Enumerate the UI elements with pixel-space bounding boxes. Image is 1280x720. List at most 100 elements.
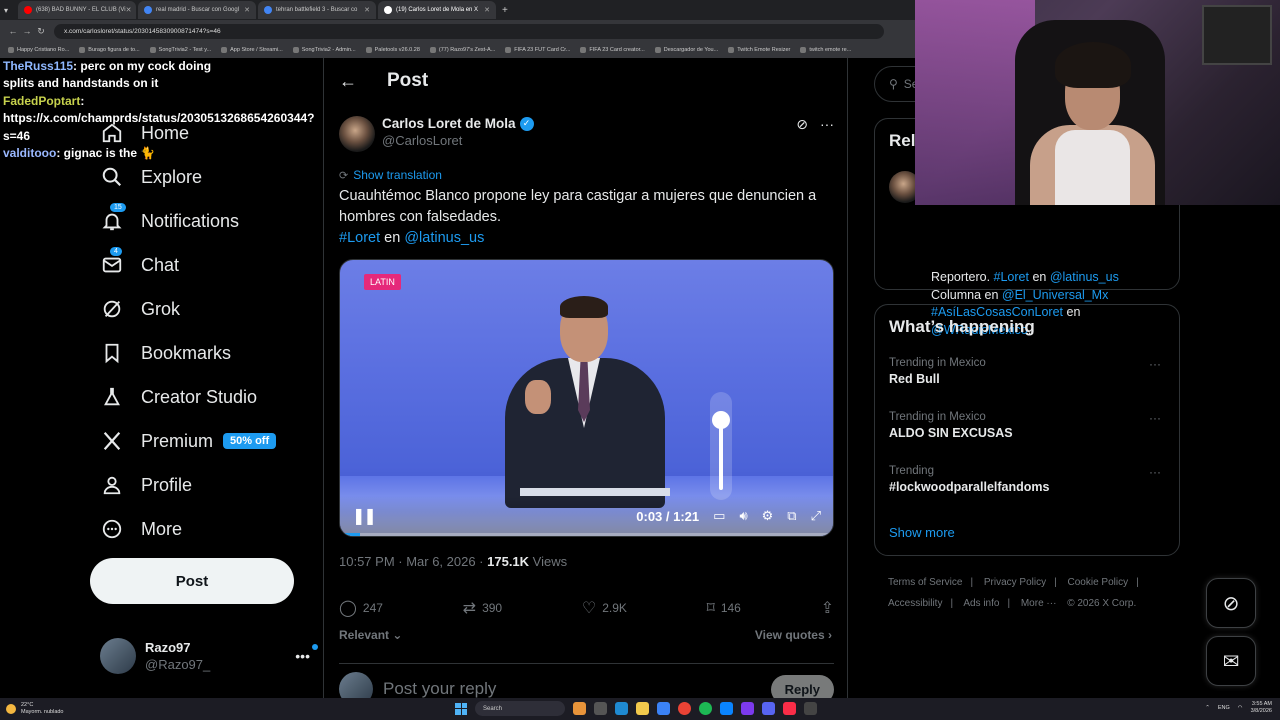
trend-item[interactable]: Trending in Mexico ALDO SIN EXCUSAS ··· [889, 411, 1169, 440]
like-button[interactable]: ♡ 2.9K [582, 598, 627, 618]
post-button[interactable]: Post [90, 558, 294, 604]
more-dots-icon[interactable]: ··· [1149, 465, 1161, 479]
chevron-up-icon[interactable]: ⌃ [1205, 705, 1210, 711]
nav-premium[interactable]: Premium 50% off [100, 426, 277, 456]
bookmark-item[interactable]: FIFA 23 FUT Card Cr... [505, 47, 570, 53]
grok-float-button[interactable]: ⊘ [1206, 578, 1256, 628]
show-translation-link[interactable]: ⟳ Show translation [339, 168, 442, 182]
store-icon[interactable] [657, 702, 670, 715]
share-button[interactable]: ⇪ [821, 598, 834, 618]
music-icon[interactable] [783, 702, 796, 715]
start-icon[interactable] [455, 702, 467, 715]
video-progress-bar[interactable] [340, 533, 833, 536]
author-name[interactable]: Carlos Loret de Mola [382, 116, 516, 131]
app-icon[interactable] [741, 702, 754, 715]
reply-icon: ◯ [339, 600, 357, 617]
bookmark-item[interactable]: App Store / Streami... [221, 47, 283, 53]
more-dots-icon[interactable]: ··· [1149, 411, 1161, 425]
nav-grok[interactable]: Grok [100, 294, 180, 324]
trend-item[interactable]: Trending #lockwoodparallelfandoms ··· [889, 465, 1169, 494]
nav-profile[interactable]: Profile [100, 470, 192, 500]
bookmark-item[interactable]: Twitch Emote Resizer [728, 47, 790, 53]
reply-button[interactable]: ◯ 247 [339, 598, 383, 618]
new-tab-icon[interactable]: + [502, 5, 508, 16]
bookmark-item[interactable]: (77) Razo97's Zest-A... [430, 47, 495, 53]
more-dots-icon[interactable]: ··· [1149, 357, 1161, 371]
edge-icon[interactable] [615, 702, 628, 715]
close-tab-icon[interactable]: ✕ [484, 6, 490, 14]
notifications-badge: 15 [110, 203, 126, 212]
bookmark-item[interactable]: FIFA 23 Card creator... [580, 47, 644, 53]
wifi-icon[interactable]: ◠ [1238, 705, 1243, 711]
nav-explore[interactable]: Explore [100, 162, 202, 192]
back-icon[interactable]: ← [6, 26, 20, 36]
discord-icon[interactable] [762, 702, 775, 715]
chrome-icon[interactable] [678, 702, 691, 715]
account-switcher[interactable]: Razo97 @Razo97_ ••• [100, 638, 318, 674]
bookmark-item[interactable]: Paletools v26.0.28 [366, 47, 420, 53]
spotify-icon[interactable] [699, 702, 712, 715]
grok-icon[interactable]: ⊘ [796, 116, 808, 133]
hashtag-link[interactable]: #Loret [339, 230, 380, 246]
volume-icon[interactable]: 🔊︎ [739, 508, 747, 524]
pause-icon[interactable]: ❚❚ [352, 506, 377, 526]
author-avatar[interactable] [339, 116, 375, 152]
bookmark-item[interactable]: twitch emote re... [800, 47, 851, 53]
back-arrow-icon[interactable]: ← [339, 71, 359, 92]
more-dots-icon[interactable]: ··· [820, 116, 834, 133]
close-tab-icon[interactable]: ✕ [364, 6, 370, 14]
app-icon[interactable] [720, 702, 733, 715]
browser-tab-1[interactable]: (638) BAD BUNNY - EL CLUB (Vi ✕ [18, 1, 136, 19]
nav-chat[interactable]: 4 Chat [100, 247, 179, 280]
browser-tab-3[interactable]: tehran battlefield 3 - Buscar co ✕ [258, 1, 376, 19]
settings-icon[interactable]: ⚙ [762, 508, 774, 524]
browser-tab-2[interactable]: real madrid - Buscar con Googl ✕ [138, 1, 256, 19]
reply-composer: Post your reply Reply [339, 663, 834, 698]
tab-list-icon[interactable]: ▾ [4, 6, 18, 15]
pip-icon[interactable]: ⧉ [787, 508, 796, 524]
reply-input[interactable]: Post your reply [383, 679, 496, 698]
repost-button[interactable]: ⇄ 390 [463, 598, 502, 618]
view-quotes-link[interactable]: View quotes › [755, 628, 832, 642]
browser-tab-4[interactable]: (19) Carlos Loret de Mola en X ✕ [378, 1, 496, 19]
fullscreen-icon[interactable]: ⤢ [811, 508, 821, 524]
reply-sort-dropdown[interactable]: Relevant ⌄ [339, 628, 402, 642]
nav-more[interactable]: More [100, 514, 182, 544]
bookmark-item[interactable]: Burago figura de to... [79, 47, 139, 53]
nav-creator-studio[interactable]: Creator Studio [100, 382, 257, 412]
nav-notifications[interactable]: 15 Notifications [100, 203, 239, 236]
views-count: 175.1K [487, 554, 530, 569]
heart-icon: ♡ [581, 600, 597, 617]
close-tab-icon[interactable]: ✕ [244, 6, 250, 14]
volume-knob[interactable] [712, 411, 730, 429]
bookmark-item[interactable]: SongTrivia2 - Admin... [293, 47, 356, 53]
bookmark-button[interactable]: ⌑ 146 [707, 598, 741, 618]
reload-icon[interactable]: ↻ [34, 26, 48, 37]
bookmark-item[interactable]: SongTrivia2 - Test y... [150, 47, 211, 53]
trend-item[interactable]: Trending in Mexico Red Bull ··· [889, 357, 1169, 386]
reply-submit-button[interactable]: Reply [770, 674, 834, 698]
folder-icon[interactable] [636, 702, 649, 715]
lang-indicator[interactable]: ENG [1218, 705, 1230, 711]
messages-float-button[interactable]: ✉ [1206, 636, 1256, 686]
forward-icon[interactable]: → [20, 26, 34, 36]
nav-bookmarks[interactable]: Bookmarks [100, 338, 231, 368]
app-icon[interactable] [804, 702, 817, 715]
volume-slider[interactable] [710, 392, 732, 500]
mention-link[interactable]: @latinus_us [404, 230, 484, 246]
weather-widget[interactable]: 22°C Mayorm. nublado [6, 702, 64, 716]
bookmark-item[interactable]: Descargador de You... [655, 47, 718, 53]
url-field[interactable]: x.com/carlosloret/status/203014583090087… [54, 23, 884, 39]
taskbar-search[interactable]: Search [475, 701, 565, 716]
bookmark-item[interactable]: Happy Cristiano Ro... [8, 47, 69, 53]
task-view-icon[interactable] [594, 702, 607, 715]
clock[interactable]: 3:55 AM 3/8/2026 [1251, 701, 1272, 715]
bookmark-icon [100, 341, 124, 365]
captions-icon[interactable]: ▭ [713, 508, 725, 524]
author-handle[interactable]: @CarlosLoret [382, 133, 534, 148]
more-dots-icon[interactable]: ••• [295, 644, 318, 664]
show-more-link[interactable]: Show more [889, 525, 955, 540]
video-player[interactable]: LATIN ❚❚ 0:03 / 1:21 ▭ 🔊︎ ⚙ ⧉ ⤢ [339, 259, 834, 537]
app-icon[interactable] [573, 702, 586, 715]
close-tab-icon[interactable]: ✕ [126, 6, 132, 14]
